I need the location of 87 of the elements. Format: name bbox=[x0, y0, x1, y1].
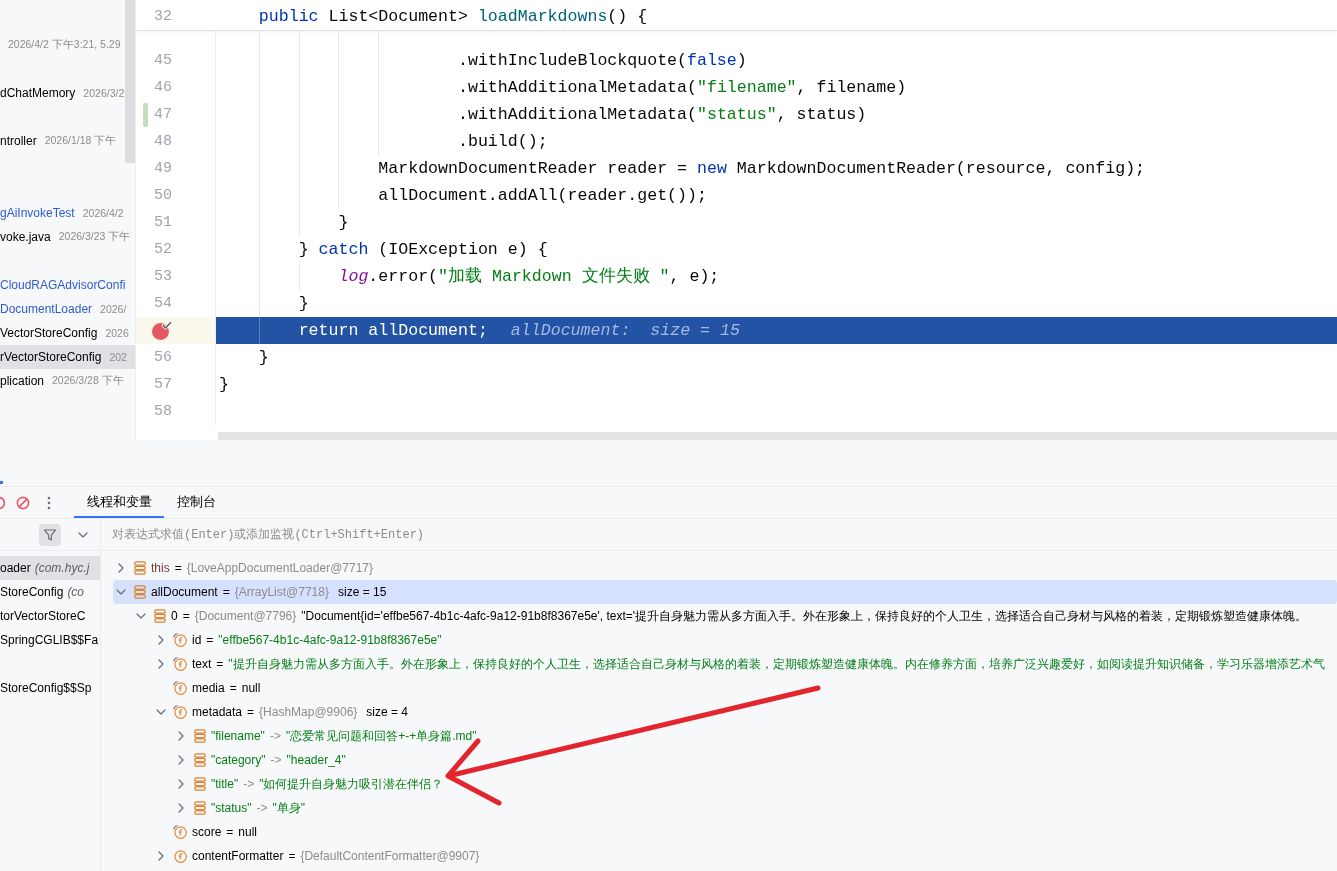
code-line: log.error("加载 Markdown 文件失败 ", e); bbox=[338, 266, 720, 287]
code-line: MarkdownDocumentReader reader = new MarkdownDocumentReader(resource, config); bbox=[378, 158, 1146, 179]
chevron-right-icon[interactable] bbox=[178, 779, 184, 789]
line-number: 56 bbox=[154, 349, 172, 366]
variable-row[interactable]: "status" -> "单身" bbox=[113, 796, 1337, 820]
stacked-bars-icon bbox=[194, 729, 206, 743]
variable-row[interactable]: score = null bbox=[113, 820, 1337, 844]
stacked-bars-icon bbox=[194, 753, 206, 767]
line-number: 53 bbox=[154, 268, 172, 285]
tree-row[interactable]: DocumentLoader 2026/ bbox=[0, 297, 135, 321]
chevron-down-icon[interactable] bbox=[156, 709, 166, 715]
line-number: 48 bbox=[154, 133, 172, 150]
chevron-right-icon[interactable] bbox=[178, 731, 184, 741]
code-line: .withAdditionalMetadata("filename", filename) bbox=[457, 77, 907, 98]
inline-value-hint: allDocument: size = 15 bbox=[510, 320, 740, 341]
tree-row[interactable]: VectorStoreConfig 2026 bbox=[0, 321, 135, 345]
tree-row[interactable]: dChatMemory 2026/3/2 bbox=[0, 81, 135, 105]
variable-row[interactable]: id = "effbe567-4b1c-4afc-9a12-91b8f8367e5e" bbox=[113, 628, 1337, 652]
chevron-right-icon[interactable] bbox=[158, 635, 164, 645]
line-number: 54 bbox=[154, 295, 172, 312]
tree-row[interactable]: gAiInvokeTest 2026/4/2 bbox=[0, 201, 135, 225]
code-line: } catch (IOException e) { bbox=[298, 239, 548, 260]
breakpoint-icon[interactable] bbox=[151, 320, 172, 341]
more-icon[interactable] bbox=[47, 495, 51, 510]
stacked-bars-icon bbox=[154, 609, 166, 623]
line-number: 46 bbox=[154, 79, 172, 96]
scrollbar-thumb[interactable] bbox=[125, 0, 135, 163]
line-number: 52 bbox=[154, 241, 172, 258]
variable-row[interactable]: this = {LoveAppDocumentLoader@7717} bbox=[113, 556, 1337, 580]
tree-row[interactable]: rVectorStoreConfig 202 bbox=[0, 345, 135, 369]
tab-indicator bbox=[0, 481, 3, 484]
variable-row[interactable]: "title" -> "如何提升自身魅力吸引潜在伴侣？ bbox=[113, 772, 1337, 796]
code-line: .withAdditionalMetadata("status", status) bbox=[457, 104, 867, 125]
chevron-down-icon[interactable] bbox=[116, 589, 126, 595]
chevron-right-icon[interactable] bbox=[158, 659, 164, 669]
expression-field[interactable]: 对表达式求值(Enter)或添加监视(Ctrl+Shift+Enter) bbox=[101, 519, 1337, 550]
code-line: allDocument.addAll(reader.get()); bbox=[378, 185, 707, 206]
variable-row[interactable]: media = null bbox=[113, 676, 1337, 700]
ring-icon[interactable] bbox=[0, 495, 5, 510]
variable-row[interactable]: metadata = {HashMap@9906} size = 4 bbox=[113, 700, 1337, 724]
line-number: 45 bbox=[154, 52, 172, 69]
line-number: 49 bbox=[154, 160, 172, 177]
variable-row[interactable]: "category" -> "header_4" bbox=[113, 748, 1337, 772]
line-number: 51 bbox=[154, 214, 172, 231]
line-number: 32 bbox=[154, 8, 172, 25]
variable-row[interactable]: "filename" -> "恋爱常见问题和回答+-+单身篇.md" bbox=[113, 724, 1337, 748]
chevron-right-icon[interactable] bbox=[158, 851, 164, 861]
slashed-circle-icon[interactable] bbox=[16, 495, 30, 510]
chevron-right-icon[interactable] bbox=[178, 803, 184, 813]
line-number: 57 bbox=[154, 376, 172, 393]
code-line: } bbox=[338, 212, 349, 233]
filter-button[interactable] bbox=[39, 523, 61, 546]
line-number: 47 bbox=[154, 106, 172, 123]
chevron-right-icon[interactable] bbox=[178, 755, 184, 765]
code-line: .withIncludeBlockquote(false) bbox=[457, 50, 747, 71]
stacked-bars-icon bbox=[194, 777, 206, 791]
scrollbar-thumb[interactable] bbox=[218, 432, 1337, 440]
tab[interactable]: 控制台 bbox=[164, 487, 228, 518]
chevron-right-icon[interactable] bbox=[118, 563, 124, 573]
tab[interactable]: 线程和变量 bbox=[74, 487, 164, 518]
line-number: 58 bbox=[154, 403, 172, 420]
code-line: .build(); bbox=[457, 131, 548, 152]
variable-row[interactable]: 0 = {Document@7796} "Document{id='effbe567-4b1c-4afc-9a12-91b8f8367e5e', text='提升自身魅力需从多方面入手。外在形象上，保持良好的个人卫生，选择适合自己身材与风格的着装，定期锻炼塑造健康体魄。 bbox=[113, 604, 1337, 628]
code-line: public List<Document> loadMarkdowns() { bbox=[258, 6, 648, 27]
tree-row[interactable]: voke.java 2026/3/23 下午 bbox=[0, 225, 135, 249]
frame-row[interactable]: oader (com.hyc.j bbox=[0, 556, 100, 580]
code-line: return allDocument; bbox=[298, 320, 488, 341]
code-line: } bbox=[219, 374, 229, 395]
line-number: 50 bbox=[154, 187, 172, 204]
code-line: } bbox=[258, 347, 269, 368]
tree-row[interactable]: ntroller 2026/1/18 下午 bbox=[0, 129, 135, 153]
frame-row[interactable]: torVectorStoreC bbox=[0, 604, 100, 628]
stacked-bars-icon bbox=[134, 585, 146, 599]
code-line: } bbox=[298, 293, 309, 314]
chevron-down-icon[interactable] bbox=[78, 531, 88, 538]
frame-row[interactable]: StoreConfig$$Sp bbox=[0, 676, 100, 700]
stacked-bars-icon bbox=[194, 801, 206, 815]
variable-row[interactable]: allDocument = {ArrayList@7718} size = 15 bbox=[113, 580, 1337, 604]
filter-icon bbox=[43, 527, 57, 542]
stacked-bars-icon bbox=[134, 561, 146, 575]
frame-row[interactable]: SpringCGLIB$$Fa bbox=[0, 628, 100, 652]
variable-row[interactable]: contentFormatter = {DefaultContentFormatter@9907} bbox=[113, 844, 1337, 868]
frame-row[interactable]: StoreConfig (co bbox=[0, 580, 100, 604]
tree-row[interactable]: plication 2026/3/28 下午 bbox=[0, 369, 135, 393]
chevron-down-icon[interactable] bbox=[136, 613, 146, 619]
variable-row[interactable]: text = "提升自身魅力需从多方面入手。外在形象上，保持良好的个人卫生，选择适合自己身材与风格的着装，定期锻炼塑造健康体魄。内在修养方面，培养广泛兴趣爱好，如阅读提升知识储备，学习乐器增添艺术气 bbox=[113, 652, 1337, 676]
tree-row[interactable]: CloudRAGAdvisorConfi bbox=[0, 273, 135, 297]
